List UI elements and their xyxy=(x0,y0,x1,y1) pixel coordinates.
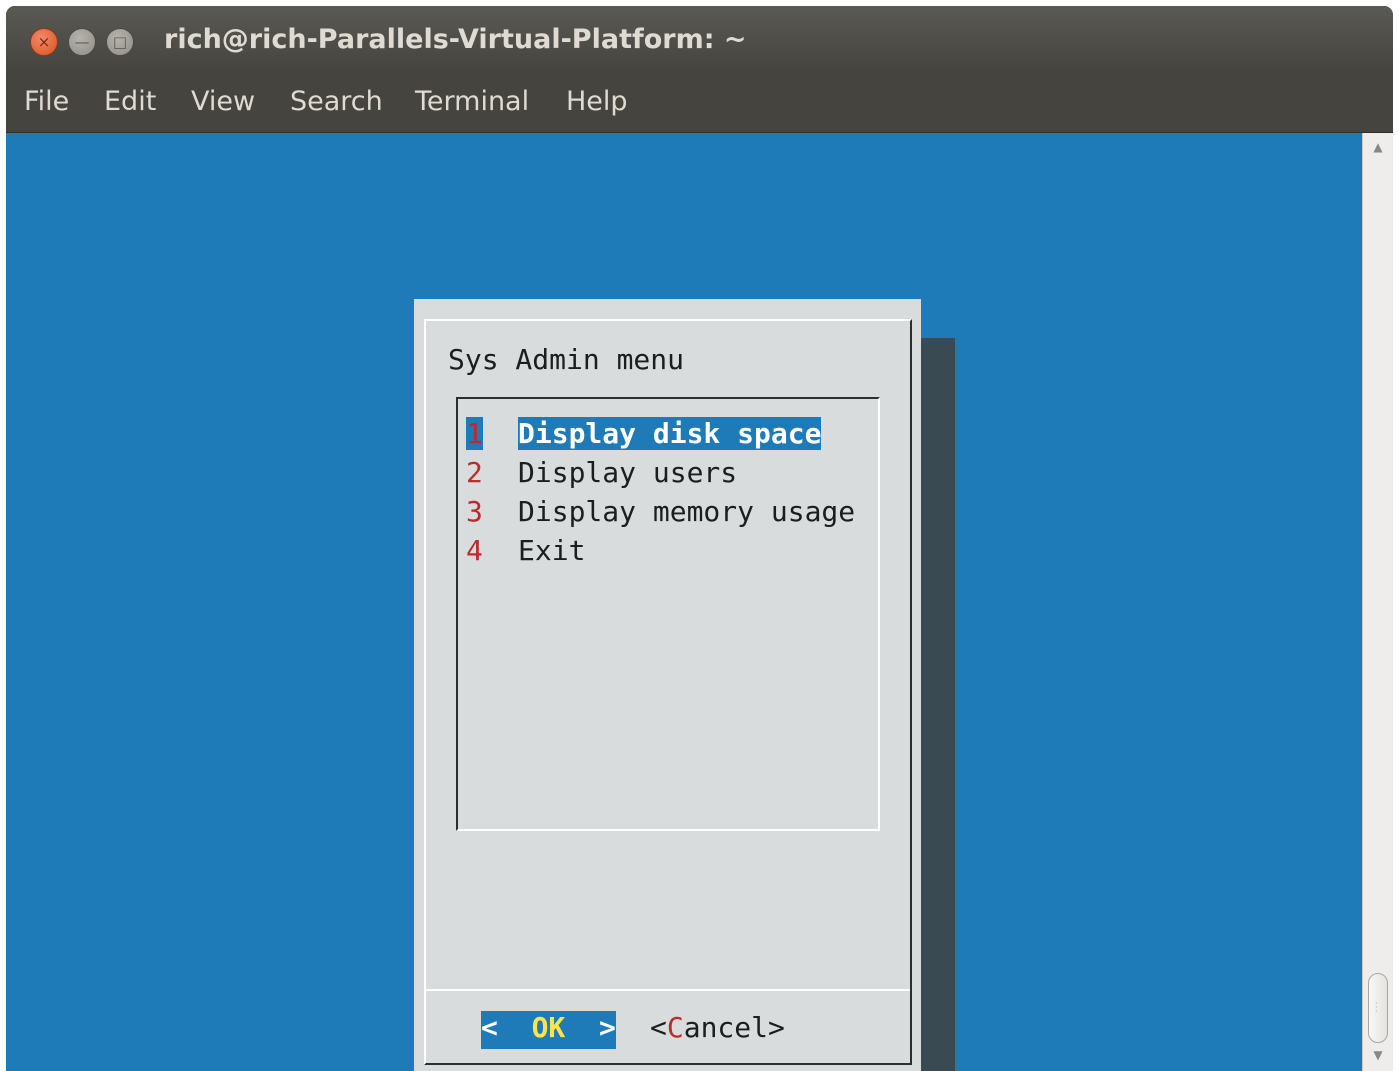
menu-item-label: Display disk space xyxy=(518,417,822,450)
terminal-window: × — □ rich@rich-Parallels-Virtual-Platfo… xyxy=(6,6,1393,1071)
menu-terminal[interactable]: Terminal xyxy=(415,86,529,117)
button-separator xyxy=(426,989,910,991)
menu-item-display-memory-usage[interactable]: 3 Display memory usage xyxy=(466,495,855,531)
cancel-hotkey: C xyxy=(666,1011,684,1044)
ok-bracket-right: > xyxy=(599,1011,616,1044)
cancel-label: ancel xyxy=(683,1011,769,1044)
menu-view[interactable]: View xyxy=(191,86,255,117)
menu-edit[interactable]: Edit xyxy=(104,86,156,117)
scroll-thumb[interactable]: · · · xyxy=(1368,973,1388,1043)
window-title: rich@rich-Parallels-Virtual-Platform: ~ xyxy=(164,24,747,55)
menu-item-display-users[interactable]: 2 Display users xyxy=(466,456,737,492)
ok-bracket-left: < xyxy=(481,1011,498,1044)
menu-item-label: Display memory usage xyxy=(518,495,856,528)
menu-item-tag: 3 xyxy=(466,495,483,528)
menu-bar: File Edit View Search Terminal Help xyxy=(6,72,1393,134)
cancel-bracket-right: > xyxy=(768,1011,785,1044)
cancel-button[interactable]: <Cancel> xyxy=(650,1011,785,1049)
menu-item-label: Display users xyxy=(518,456,738,489)
menu-search[interactable]: Search xyxy=(290,86,383,117)
vertical-scrollbar[interactable]: ▲ · · · ▼ xyxy=(1362,133,1393,1071)
menu-item-tag: 2 xyxy=(466,456,483,489)
menu-item-exit[interactable]: 4 Exit xyxy=(466,534,635,570)
menu-item-tag: 4 xyxy=(466,534,483,567)
minimize-icon[interactable]: — xyxy=(68,28,96,56)
menu-help[interactable]: Help xyxy=(566,86,628,117)
cancel-bracket-left: < xyxy=(650,1011,667,1044)
menu-list: 1 Display disk space 2 Display users 3 D… xyxy=(456,397,880,831)
scroll-down-arrow-icon[interactable]: ▼ xyxy=(1370,1047,1386,1063)
menu-item-label: Exit xyxy=(518,534,586,567)
maximize-icon[interactable]: □ xyxy=(106,28,134,56)
close-icon[interactable]: × xyxy=(30,28,58,56)
ok-button[interactable]: < OK > xyxy=(481,1011,616,1049)
dialog-title: Sys Admin menu xyxy=(448,343,685,376)
scroll-up-arrow-icon[interactable]: ▲ xyxy=(1370,139,1386,155)
menu-item-tag: 1 xyxy=(466,417,483,450)
menu-item-display-disk-space[interactable]: 1 Display disk space xyxy=(466,417,822,453)
ok-label: OK xyxy=(531,1011,566,1044)
title-bar: × — □ rich@rich-Parallels-Virtual-Platfo… xyxy=(6,6,1393,72)
menu-dialog: Sys Admin menu 1 Display disk space 2 Di… xyxy=(414,299,921,1071)
menu-file[interactable]: File xyxy=(24,86,69,117)
grip-icon: · · · xyxy=(1375,999,1378,1016)
terminal-area[interactable]: Sys Admin menu 1 Display disk space 2 Di… xyxy=(6,133,1362,1071)
